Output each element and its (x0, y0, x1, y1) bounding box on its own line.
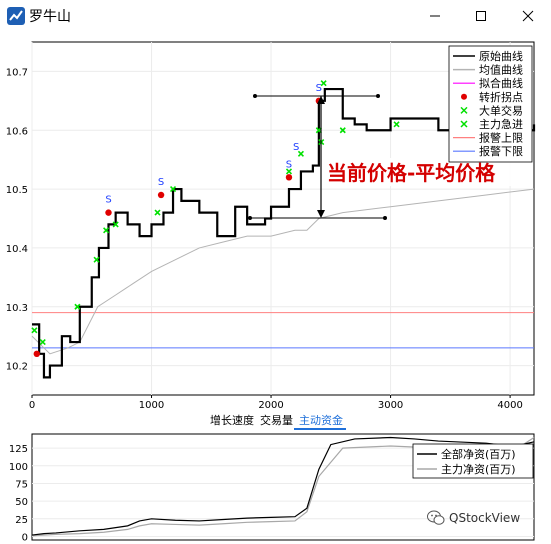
y-tick-label: 0 (22, 532, 28, 543)
annotation-label: 当前价格-平均价格 (327, 161, 496, 185)
watermark-text: QStockView (449, 511, 521, 525)
wechat-icon (427, 510, 445, 525)
close-button[interactable] (505, 0, 551, 32)
capital-legend: 全部净资(百万)主力净资(百万) (412, 443, 534, 479)
x-tick-label: 4000 (497, 400, 522, 410)
capital-chart[interactable]: 125 100 75 50 25 0 全部净资(百万)主力净资(百万) (0, 430, 551, 544)
tab-growth-speed[interactable]: 增长速度 (210, 412, 254, 428)
turn-point-marker (33, 350, 40, 358)
y-tick-label: 10.2 (6, 362, 28, 373)
app-window: 罗牛山 10.7 10.6 10.5 10.4 10.3 10.2 0 1000 2000 30… (0, 0, 551, 544)
chart-app-icon (7, 7, 25, 25)
turn-point-marker (157, 191, 165, 199)
tab-trade-volume[interactable]: 交易量 (260, 412, 293, 428)
x-tick-label: 3000 (378, 400, 403, 410)
y-tick-label: 125 (9, 444, 28, 455)
turn-point-marker (285, 174, 293, 181)
window-title: 罗牛山 (29, 9, 71, 25)
legend-swatch (461, 93, 467, 100)
legend-label: 主力净资(百万) (441, 462, 516, 476)
legend-label: 大单交易 (479, 103, 523, 117)
y-tick-label: 10.3 (6, 303, 28, 314)
y-tick-label: 10.5 (6, 185, 28, 196)
price-legend: 原始曲线均值曲线拟合曲线转折拐点大单交易主力急进报警上限报警下限 (448, 45, 533, 163)
turn-point-marker (105, 209, 112, 216)
title-bar: 罗牛山 (0, 0, 551, 32)
maximize-icon (476, 11, 486, 21)
y-tick-label: 100 (9, 462, 28, 473)
legend-label: 原始曲线 (479, 49, 523, 63)
s-marker: S (293, 142, 299, 153)
legend-label: 报警下限 (479, 144, 523, 158)
y-tick-label: 10.6 (6, 126, 28, 137)
s-marker: S (105, 195, 111, 206)
s-marker: S (316, 83, 322, 94)
y-tick-label: 10.4 (6, 244, 28, 255)
indicator-tabs: 增长速度 交易量 主动资金 (0, 410, 551, 430)
tab-active-capital[interactable]: 主动资金 (299, 412, 343, 428)
y-tick-label: 50 (15, 497, 28, 508)
minimize-button[interactable] (412, 0, 458, 32)
y-tick-label: 25 (15, 515, 28, 526)
legend-label: 全部净资(百万) (441, 447, 516, 461)
close-icon (522, 10, 534, 22)
s-marker: S (158, 177, 164, 188)
minimize-icon (430, 15, 440, 17)
x-tick-label: 2000 (258, 400, 283, 410)
legend-label: 均值曲线 (479, 63, 523, 77)
legend-label: 转折拐点 (479, 90, 523, 104)
y-tick-label: 10.7 (6, 67, 28, 78)
maximize-button[interactable] (458, 0, 504, 32)
y-tick-label: 75 (15, 479, 28, 490)
watermark: QStockView (427, 510, 520, 526)
x-tick-label: 1000 (139, 400, 164, 410)
price-chart[interactable]: 10.7 10.6 10.5 10.4 10.3 10.2 0 1000 2000 3000 40… (0, 32, 551, 410)
x-tick-label: 0 (29, 400, 35, 410)
legend-label: 报警上限 (479, 131, 523, 145)
legend-label: 拟合曲线 (479, 76, 523, 90)
legend-label: 主力急进 (479, 117, 523, 131)
